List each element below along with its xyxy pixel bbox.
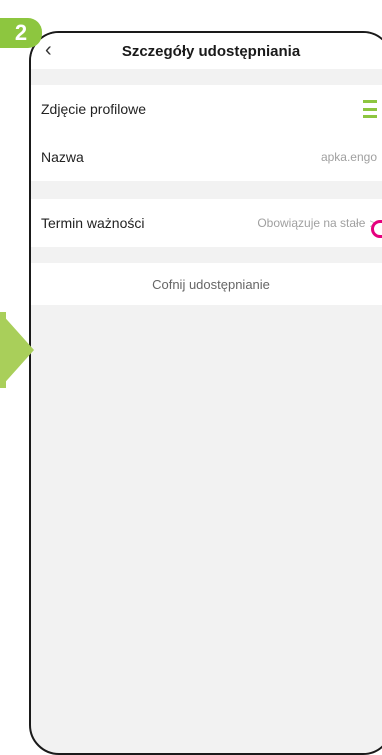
phone-frame: ‹ Szczegóły udostępniania Zdjęcie profil…: [29, 31, 382, 755]
profile-photo-label: Zdjęcie profilowe: [41, 101, 147, 117]
nav-bar: ‹ Szczegóły udostępniania: [31, 33, 382, 69]
page-title: Szczegóły udostępniania: [121, 43, 301, 60]
info-group: Zdjęcie profilowe Nazwa apka.engo: [31, 85, 382, 181]
revoke-sharing-button[interactable]: Cofnij udostępnianie: [31, 263, 382, 305]
name-row: Nazwa apka.engo: [31, 133, 382, 181]
profile-photo-row[interactable]: Zdjęcie profilowe: [31, 85, 382, 133]
pointer-arrow-icon: [0, 312, 34, 388]
highlight-ring-icon: [371, 220, 382, 238]
step-badge: 2: [0, 18, 42, 48]
profile-photo-icon: [363, 100, 377, 118]
name-value: apka.engo: [320, 150, 377, 164]
expiry-row[interactable]: Termin ważności Obowiązuje na stałe >: [31, 199, 382, 247]
name-label: Nazwa: [41, 149, 84, 165]
expiry-value: Obowiązuje na stałe: [257, 216, 366, 230]
expiry-label: Termin ważności: [41, 215, 145, 231]
expiry-group: Termin ważności Obowiązuje na stałe >: [31, 199, 382, 247]
